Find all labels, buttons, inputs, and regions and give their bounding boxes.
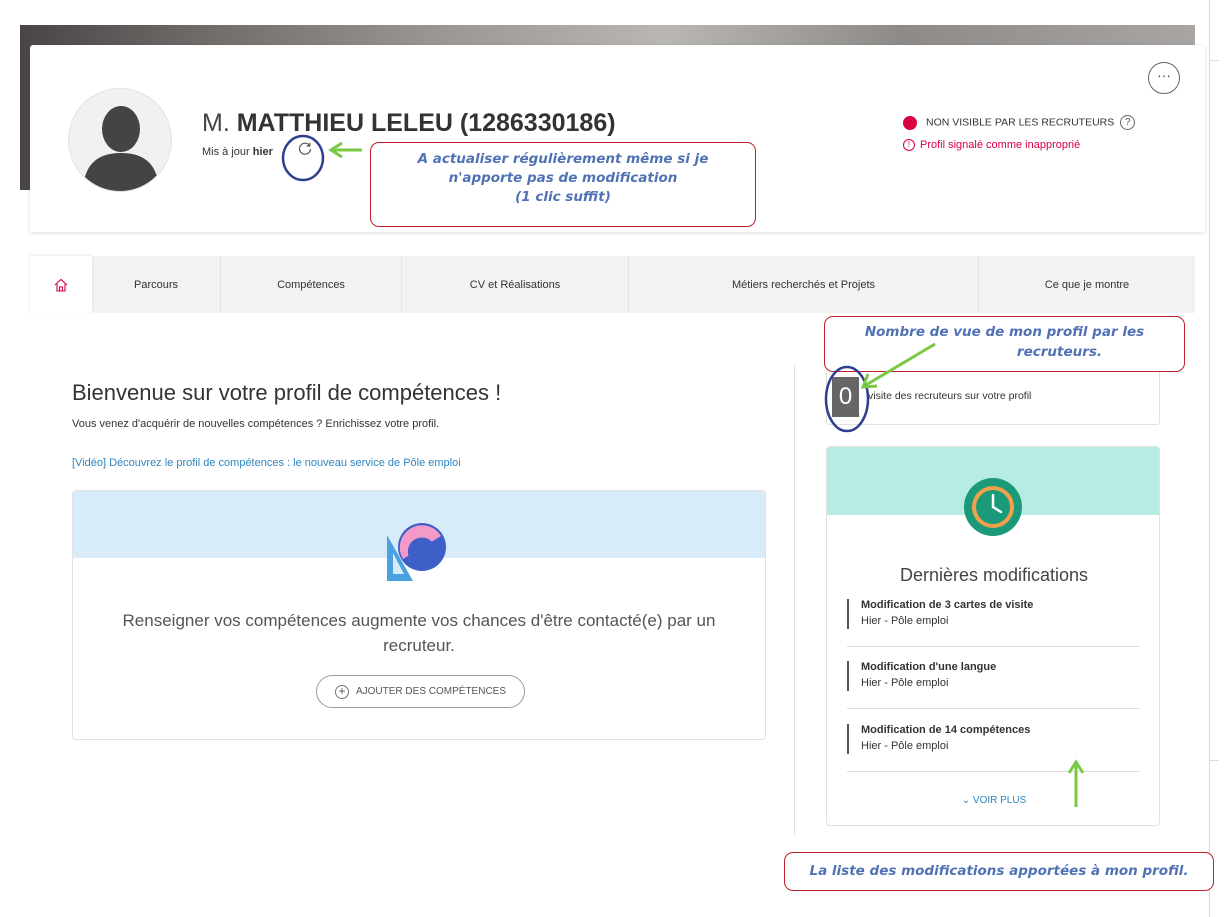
tab-bar: Parcours Compétences CV et Réalisations … — [30, 256, 1195, 313]
profile-fullname: MATTHIEU LELEU (1286330186) — [236, 109, 616, 137]
clock-icon — [964, 478, 1022, 536]
annotation-line: A actualiser régulièrement même si je — [417, 151, 709, 167]
modifications-card: Dernières modifications Modification de … — [826, 446, 1160, 826]
page-edge-tick — [1209, 760, 1219, 761]
see-more-link[interactable]: ⌄ VOIR PLUS — [827, 795, 1159, 806]
visits-count: 0 — [832, 377, 859, 417]
home-icon — [54, 278, 68, 292]
update-status: Mis à jour hier — [202, 146, 273, 158]
add-skills-label: AJOUTER DES COMPÉTENCES — [355, 686, 507, 697]
tab-ce-que-je-montre[interactable]: Ce que je montre — [979, 256, 1195, 313]
tab-metiers-projets[interactable]: Métiers recherchés et Projets — [629, 256, 979, 313]
annotation-line: Nombre de vue de mon profil par les — [864, 324, 1145, 340]
page-edge-tick — [1209, 60, 1219, 61]
modification-source: Hier - Pôle emploi — [861, 615, 949, 627]
annotation-views-note: Nombre de vue de mon profil par les recr… — [824, 316, 1185, 372]
help-icon[interactable]: ? — [1120, 115, 1136, 130]
annotation-line: recruteurs. — [1016, 344, 1103, 360]
modification-source: Hier - Pôle emploi — [861, 677, 949, 689]
page-title: Bienvenue sur votre profil de compétence… — [72, 380, 502, 405]
modification-title: Modification d'une langue — [861, 661, 997, 673]
refresh-icon[interactable] — [297, 141, 313, 157]
visits-label: visite des recruteurs sur votre profil — [868, 390, 1032, 402]
column-divider — [794, 365, 795, 835]
video-link[interactable]: [Vidéo] Découvrez le profil de compétenc… — [72, 457, 461, 469]
tab-competences[interactable]: Compétences — [221, 256, 402, 313]
skills-message: Renseigner vos compétences augmente vos … — [122, 611, 716, 655]
modifications-title: Dernières modifications — [899, 565, 1089, 585]
visibility-status: NON VISIBLE PAR LES RECRUTEURS? — [903, 115, 1136, 130]
modification-item[interactable]: Modification de 3 cartes de visite Hier … — [847, 597, 1140, 647]
annotation-refresh-note: A actualiser régulièrement même si je n'… — [370, 142, 756, 227]
annotation-line: (1 clic suffit) — [515, 189, 611, 205]
modification-item[interactable]: Modification de 14 compétences Hier - Pô… — [847, 722, 1140, 772]
profile-name: M. MATTHIEU LELEU (1286330186) — [202, 109, 616, 138]
annotation-line: n'apporte pas de modification — [448, 170, 678, 186]
flag-label: Profil signalé comme inapproprié — [920, 139, 1081, 151]
page-edge-rule — [1209, 0, 1210, 917]
item-accent-bar — [847, 599, 849, 629]
annotation-list-note: La liste des modifications apportées à m… — [784, 852, 1214, 891]
item-accent-bar — [847, 724, 849, 754]
page-subtitle: Vous venez d'acquérir de nouvelles compé… — [72, 418, 440, 430]
visibility-label: NON VISIBLE PAR LES RECRUTEURS — [926, 116, 1115, 129]
tab-home[interactable] — [30, 256, 92, 313]
skills-card: Renseigner vos compétences augmente vos … — [72, 490, 766, 740]
warning-icon: ! — [903, 139, 915, 152]
update-prefix: Mis à jour — [202, 146, 250, 158]
tab-parcours[interactable]: Parcours — [92, 256, 221, 313]
update-when: hier — [252, 146, 273, 158]
flag-status: ! Profil signalé comme inapproprié — [903, 139, 1081, 152]
modification-title: Modification de 14 compétences — [861, 724, 1031, 736]
more-options-button[interactable]: ··· — [1148, 62, 1180, 94]
status-dot-icon — [903, 115, 917, 130]
modification-title: Modification de 3 cartes de visite — [861, 599, 1034, 611]
item-accent-bar — [847, 661, 849, 691]
see-more-label: VOIR PLUS — [972, 795, 1027, 806]
tab-cv-realisations[interactable]: CV et Réalisations — [402, 256, 629, 313]
modification-source: Hier - Pôle emploi — [861, 740, 949, 752]
add-skills-button[interactable]: + AJOUTER DES COMPÉTENCES — [316, 675, 525, 708]
profile-civility: M. — [202, 109, 230, 137]
modification-item[interactable]: Modification d'une langue Hier - Pôle em… — [847, 659, 1140, 709]
avatar — [68, 88, 172, 192]
protractor-ruler-icon — [387, 523, 446, 581]
plus-icon: + — [334, 684, 349, 699]
user-silhouette-icon — [83, 106, 159, 191]
